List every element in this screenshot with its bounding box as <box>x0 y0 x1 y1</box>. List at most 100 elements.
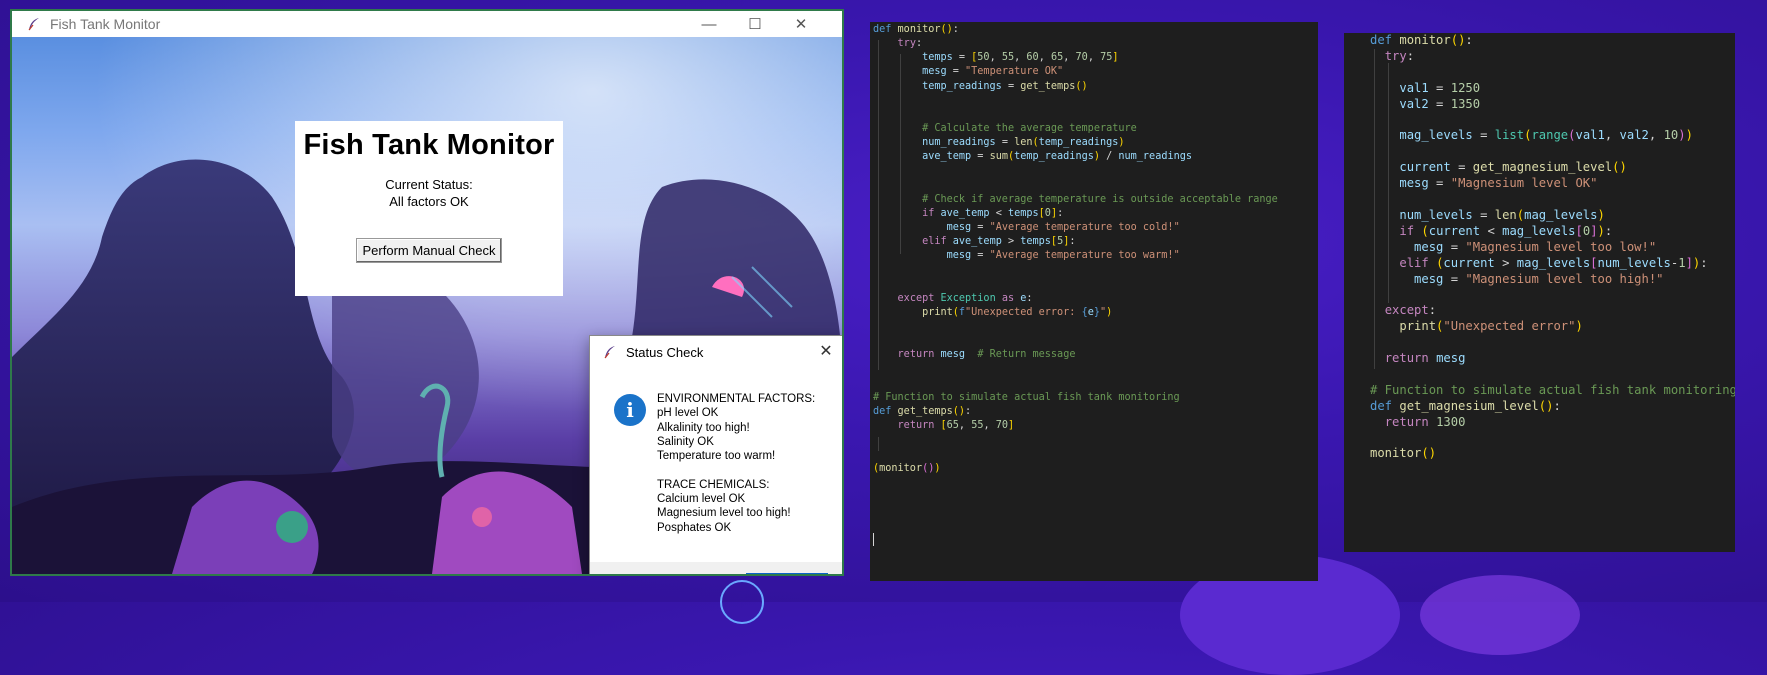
dialog-body: i ENVIRONMENTAL FACTORS: pH level OK Alkal… <box>590 368 842 563</box>
perform-manual-check-button[interactable]: Perform Manual Check <box>355 238 503 263</box>
code-token: temp_readings <box>1038 137 1119 149</box>
code-token: # Function to simulate actual fish tank … <box>873 391 1180 403</box>
code-token: elif <box>1399 255 1429 270</box>
ok-button[interactable]: OK <box>746 573 828 574</box>
code-line: ave_temp = sum(temp_readings) / num_read… <box>873 151 1192 162</box>
code-token: val1 <box>1399 80 1429 95</box>
code-token: = <box>1443 271 1466 286</box>
code-line: try: <box>1370 49 1414 63</box>
code-token: num_readings <box>1118 151 1192 163</box>
dialog-footer: OK <box>590 562 842 574</box>
code-token: # Calculate the average temperature <box>922 123 1137 135</box>
text-cursor <box>873 533 874 546</box>
code-token: : <box>1465 33 1473 47</box>
status-value: All factors OK <box>389 194 469 209</box>
code-token: # Check if average temperature is outsid… <box>922 193 1278 205</box>
code-token: : <box>1428 303 1437 318</box>
code-token: list <box>1494 128 1525 143</box>
code-token: : <box>965 406 972 418</box>
fish-tank-monitor-window: Fish Tank Monitor — ☐ ✕ Fish Tank Monito… <box>10 9 844 576</box>
code-token: if <box>1399 223 1415 238</box>
code-editor-temperature[interactable]: def monitor(): try: temps = [50, 55, 60,… <box>870 22 1318 581</box>
dialog-message-line: TRACE CHEMICALS: <box>657 478 770 491</box>
code-token: / <box>1099 151 1119 163</box>
code-token: , <box>1604 128 1620 143</box>
code-line: monitor() <box>1370 446 1436 460</box>
maximize-icon[interactable]: ☐ <box>732 11 778 37</box>
dialog-message-line: Temperature too warm! <box>657 450 776 463</box>
code-line: mesg = "Temperature OK" <box>873 66 1063 77</box>
code-token: monitor <box>1399 33 1451 47</box>
close-icon[interactable]: ✕ <box>778 11 824 37</box>
code-token: get_temps <box>897 406 953 418</box>
code-token: def <box>1370 33 1400 47</box>
code-token: ( <box>1516 207 1525 222</box>
code-token: "Average temperature too cold!" <box>989 222 1180 234</box>
code-token: num_readings <box>922 137 996 149</box>
code-token: len <box>1494 207 1517 222</box>
code-token: mesg <box>1436 351 1466 365</box>
code-token: = <box>971 250 990 262</box>
indent-guide <box>900 54 901 254</box>
code-token: temps <box>922 52 953 64</box>
background-blob <box>720 580 764 624</box>
close-icon[interactable]: ✕ <box>816 341 836 361</box>
code-line: elif (current > mag_levels[num_levels-1]… <box>1370 255 1708 270</box>
code-token: : <box>1700 255 1708 270</box>
code-token: , <box>958 420 972 432</box>
code-token: mesg <box>940 349 966 361</box>
code-token: try <box>1384 48 1407 63</box>
code-token: 1300 <box>1436 414 1466 429</box>
code-token: [ <box>1575 223 1583 238</box>
code-token: "Average temperature too warm!" <box>989 250 1180 262</box>
code-line: if ave_temp < temps[0]: <box>873 208 1063 219</box>
code-editor-magnesium[interactable]: def monitor(): try: val1 = 1250 val2 = 1… <box>1344 33 1735 552</box>
dialog-message-line: Calcium level OK <box>657 493 746 506</box>
code-token: 65 <box>1050 52 1064 64</box>
code-token: current <box>1399 160 1451 175</box>
code-token: ] <box>1112 52 1119 64</box>
code-line: print(f"Unexpected error: {e}") <box>873 307 1112 318</box>
code-token: () <box>952 406 966 418</box>
dialog-titlebar[interactable]: Status Check ✕ <box>590 336 842 368</box>
code-token: mesg <box>1399 176 1429 191</box>
code-token: return <box>1384 414 1429 429</box>
code-token: , <box>989 52 1002 64</box>
feather-icon <box>604 346 615 359</box>
window-titlebar[interactable]: Fish Tank Monitor — ☐ ✕ <box>12 11 842 37</box>
code-token: () <box>1421 446 1437 461</box>
code-token: current <box>1443 255 1495 270</box>
code-token: "Magnesium level too high!" <box>1465 271 1664 286</box>
code-token: mag_levels <box>1399 128 1473 143</box>
code-token: ) <box>934 462 941 474</box>
code-line: mag_levels = list(range(val1, val2, 10)) <box>1370 128 1693 142</box>
dialog-message-line: Salinity OK <box>657 435 714 448</box>
code-token: temps <box>1007 207 1039 219</box>
minimize-icon[interactable]: — <box>686 11 732 37</box>
code-token: = <box>1001 80 1021 92</box>
code-token: if <box>922 207 935 219</box>
code-token: = <box>995 137 1015 149</box>
code-token: ) <box>1575 319 1583 334</box>
code-token: ) <box>1678 128 1686 143</box>
code-token: "Unexpected error: <box>965 307 1082 318</box>
code-line: return mesg # Return message <box>873 349 1076 361</box>
dialog-message: ENVIRONMENTAL FACTORS: pH level OK Alkalin… <box>657 392 815 535</box>
code-token: val2 <box>1399 96 1429 111</box>
code-token: 75 <box>1100 52 1113 64</box>
code-token: 10 <box>1663 128 1679 143</box>
code-token: range <box>1531 128 1569 143</box>
code-token: : <box>1057 207 1064 219</box>
code-token: "Unexpected error" <box>1443 319 1576 334</box>
code-token: , <box>1038 52 1051 64</box>
dialog-message-line: Alkalinity too high! <box>657 421 750 434</box>
code-token: num_levels <box>1399 207 1473 222</box>
code-token: ] <box>1590 223 1598 238</box>
code-token: , <box>983 420 996 432</box>
